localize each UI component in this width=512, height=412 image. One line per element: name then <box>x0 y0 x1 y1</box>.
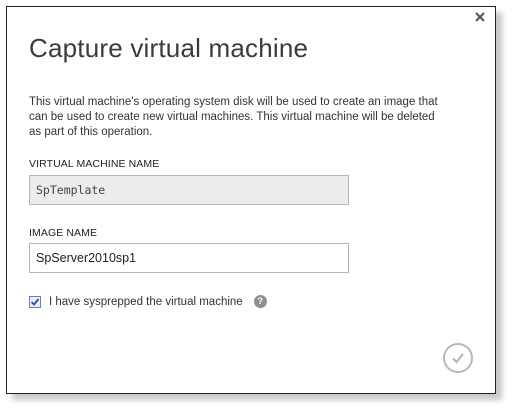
dialog-description: This virtual machine's operating system … <box>29 96 438 138</box>
help-icon[interactable]: ? <box>253 295 267 308</box>
capture-vm-dialog: Capture virtual machine This virtual mac… <box>6 6 496 394</box>
dialog-title: Capture virtual machine <box>29 33 309 63</box>
vm-name-field[interactable] <box>29 175 349 205</box>
close-button[interactable] <box>473 10 487 24</box>
sysprep-label[interactable]: I have sysprepped the virtual machine <box>49 296 243 308</box>
checkmark-icon <box>452 353 464 364</box>
sysprep-checkbox[interactable] <box>29 295 41 308</box>
confirm-button[interactable] <box>443 343 473 373</box>
close-icon <box>475 12 485 22</box>
sysprep-option: I have sysprepped the virtual machine ? <box>29 295 267 308</box>
vm-name-label: VIRTUAL MACHINE NAME <box>29 158 160 170</box>
screenshot-stage: Capture virtual machine This virtual mac… <box>0 0 512 412</box>
image-name-field[interactable] <box>29 243 349 273</box>
checkbox-checked-icon <box>30 297 40 306</box>
image-name-label: IMAGE NAME <box>29 227 98 239</box>
